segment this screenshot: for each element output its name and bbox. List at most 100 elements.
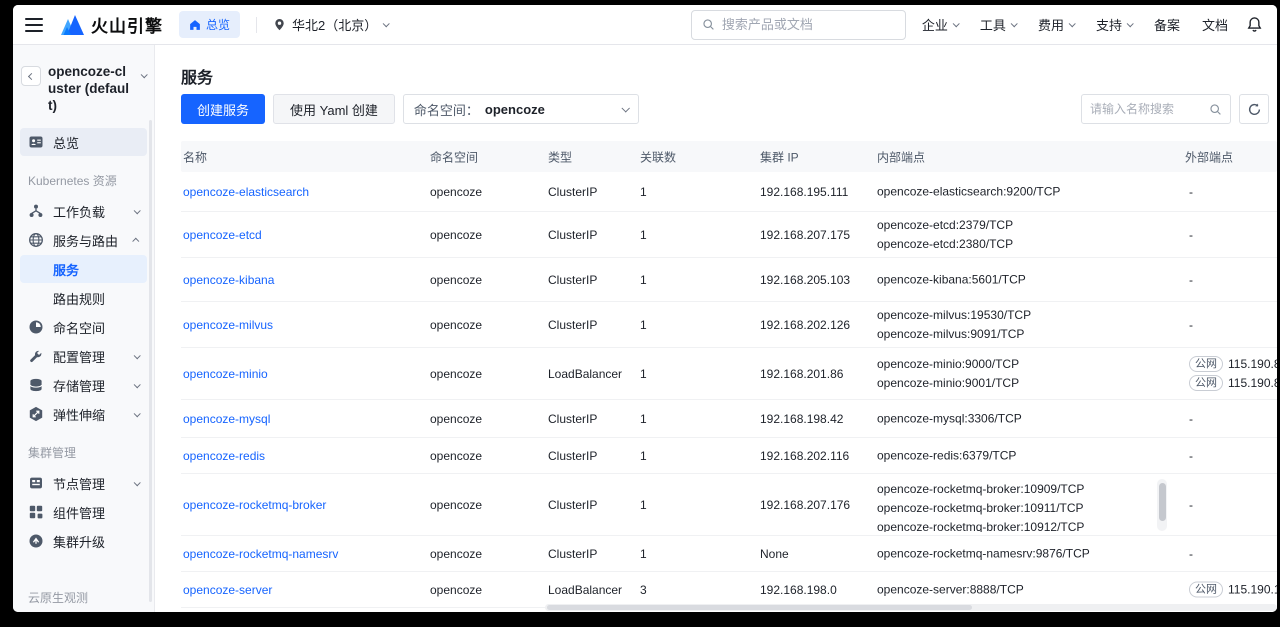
- sidebar-item-node[interactable]: 节点管理: [20, 469, 147, 497]
- sidebar-item-label: 配置管理: [53, 347, 134, 366]
- main-content: 服务 创建服务 使用 Yaml 创建 命名空间： opencoze: [155, 45, 1277, 612]
- col-header-name: 名称: [183, 148, 207, 165]
- sidebar-item-label: 集群升级: [53, 532, 139, 551]
- menu-tools[interactable]: 工具: [980, 15, 1016, 34]
- menu-support[interactable]: 支持: [1096, 15, 1132, 34]
- sidebar-item-autoscaling[interactable]: 弹性伸缩: [20, 400, 147, 428]
- mountain-logo-icon: [59, 13, 85, 37]
- table-row: opencoze-milvus opencoze ClusterIP 1 192…: [181, 302, 1277, 348]
- cluster-selector[interactable]: opencoze-cluster (default): [13, 59, 154, 124]
- service-name-link[interactable]: opencoze-redis: [183, 449, 265, 463]
- service-name-link[interactable]: opencoze-rocketmq-broker: [183, 498, 326, 512]
- cell-type: ClusterIP: [548, 228, 597, 242]
- logo-text: 火山引擎: [91, 12, 163, 37]
- service-name-link[interactable]: opencoze-mysql: [183, 412, 270, 426]
- service-name-link[interactable]: opencoze-milvus: [183, 318, 273, 332]
- chevron-down-icon: [1069, 20, 1076, 27]
- horizontal-scrollbar[interactable]: [545, 604, 1277, 611]
- volcengine-logo[interactable]: 火山引擎: [59, 12, 163, 37]
- cell-type: LoadBalancer: [548, 583, 622, 597]
- sidebar-item-route-rules[interactable]: 路由规则: [20, 284, 147, 312]
- hamburger-menu-icon[interactable]: [19, 10, 49, 40]
- sidebar-item-upgrade[interactable]: 集群升级: [20, 527, 147, 555]
- cell-type: ClusterIP: [548, 412, 597, 426]
- chevron-down-icon: [1011, 20, 1018, 27]
- cell-associations: 1: [640, 449, 647, 463]
- home-icon: [189, 19, 201, 31]
- service-name-link[interactable]: opencoze-server: [183, 583, 272, 597]
- wrench-icon: [28, 348, 44, 364]
- namespace-icon: [28, 319, 44, 335]
- sidebar-item-service-route[interactable]: 服务与路由: [20, 226, 147, 254]
- cell-associations: 1: [640, 228, 647, 242]
- cell-namespace: opencoze: [430, 367, 482, 381]
- sidebar-item-namespace[interactable]: 命名空间: [20, 313, 147, 341]
- sidebar-item-overview[interactable]: 总览: [20, 128, 147, 156]
- chevron-down-icon: [141, 71, 148, 78]
- cell-internal-endpoints: opencoze-minio:9000/TCP opencoze-minio:9…: [877, 355, 1019, 393]
- create-with-yaml-button[interactable]: 使用 Yaml 创建: [273, 94, 395, 124]
- cell-namespace: opencoze: [430, 412, 482, 426]
- sidebar-item-component[interactable]: 组件管理: [20, 498, 147, 526]
- sidebar-item-label: 命名空间: [53, 318, 139, 337]
- cell-internal-endpoints: opencoze-elasticsearch:9200/TCP: [877, 182, 1060, 201]
- cell-external-endpoints: -: [1189, 228, 1193, 242]
- cell-external-endpoints: -: [1189, 547, 1193, 561]
- cell-namespace: opencoze: [430, 583, 482, 597]
- cell-scrollbar[interactable]: [1157, 479, 1167, 531]
- sidebar-scrollbar[interactable]: [149, 120, 152, 602]
- notification-bell-icon[interactable]: [1246, 16, 1263, 33]
- cell-associations: 1: [640, 412, 647, 426]
- namespace-select[interactable]: 命名空间： opencoze: [403, 94, 639, 124]
- cell-namespace: opencoze: [430, 498, 482, 512]
- name-search-box[interactable]: [1081, 94, 1231, 124]
- service-name-link[interactable]: opencoze-elasticsearch: [183, 185, 309, 199]
- sidebar-item-workload[interactable]: 工作负载: [20, 197, 147, 225]
- sidebar-item-service[interactable]: 服务: [20, 255, 147, 283]
- global-search-box[interactable]: [691, 10, 906, 40]
- top-nav-menu: 企业 工具 费用 支持 备案 文档: [922, 15, 1228, 34]
- service-name-link[interactable]: opencoze-etcd: [183, 228, 262, 242]
- sidebar-item-storage[interactable]: 存储管理: [20, 371, 147, 399]
- service-name-link[interactable]: opencoze-minio: [183, 367, 268, 381]
- cell-external-endpoints: -: [1189, 318, 1193, 332]
- col-header-associations: 关联数: [640, 148, 676, 165]
- cell-external-endpoints: -: [1189, 412, 1193, 426]
- chevron-down-icon: [383, 20, 390, 27]
- cell-type: ClusterIP: [548, 498, 597, 512]
- menu-enterprise[interactable]: 企业: [922, 15, 958, 34]
- cluster-name: opencoze-cluster (default): [48, 63, 134, 114]
- menu-icp[interactable]: 备案: [1154, 15, 1180, 34]
- refresh-button[interactable]: [1239, 94, 1269, 124]
- create-service-button[interactable]: 创建服务: [181, 94, 265, 124]
- sidebar-section-kubernetes: Kubernetes 资源: [20, 172, 147, 189]
- sidebar-item-label: 弹性伸缩: [53, 405, 134, 424]
- collapse-back-button[interactable]: [21, 66, 41, 86]
- chevron-up-icon: [132, 237, 139, 244]
- table-row: opencoze-elasticsearch opencoze ClusterI…: [181, 172, 1277, 212]
- chevron-down-icon: [134, 207, 141, 214]
- service-name-link[interactable]: opencoze-kibana: [183, 273, 274, 287]
- global-search-input[interactable]: [722, 17, 895, 32]
- cell-cluster-ip: 192.168.207.176: [760, 498, 850, 512]
- cell-internal-endpoints: opencoze-rocketmq-broker:10909/TCP openc…: [877, 480, 1084, 532]
- menu-billing[interactable]: 费用: [1038, 15, 1074, 34]
- cell-external-endpoints: 公网115.190.1: [1189, 580, 1277, 599]
- service-name-link[interactable]: opencoze-rocketmq-namesrv: [183, 547, 338, 561]
- table-row: opencoze-server opencoze LoadBalancer 3 …: [181, 572, 1277, 608]
- sidebar-item-config[interactable]: 配置管理: [20, 342, 147, 370]
- services-table: 名称 命名空间 类型 关联数 集群 IP 内部端点 外部端点 opencoze-…: [181, 141, 1277, 608]
- cell-associations: 1: [640, 318, 647, 332]
- cell-internal-endpoints: opencoze-rocketmq-namesrv:9876/TCP: [877, 544, 1090, 563]
- cell-type: ClusterIP: [548, 185, 597, 199]
- menu-docs[interactable]: 文档: [1202, 15, 1228, 34]
- overview-tab-label: 总览: [206, 16, 230, 33]
- chevron-down-icon: [134, 381, 141, 388]
- region-selector[interactable]: 华北2（北京）: [273, 15, 388, 34]
- cell-cluster-ip: 192.168.202.126: [760, 318, 850, 332]
- cell-type: ClusterIP: [548, 318, 597, 332]
- tab-console-overview[interactable]: 总览: [179, 11, 240, 38]
- toolbar-right: [1081, 94, 1269, 124]
- name-search-input[interactable]: [1090, 102, 1209, 116]
- chevron-down-icon: [1127, 20, 1134, 27]
